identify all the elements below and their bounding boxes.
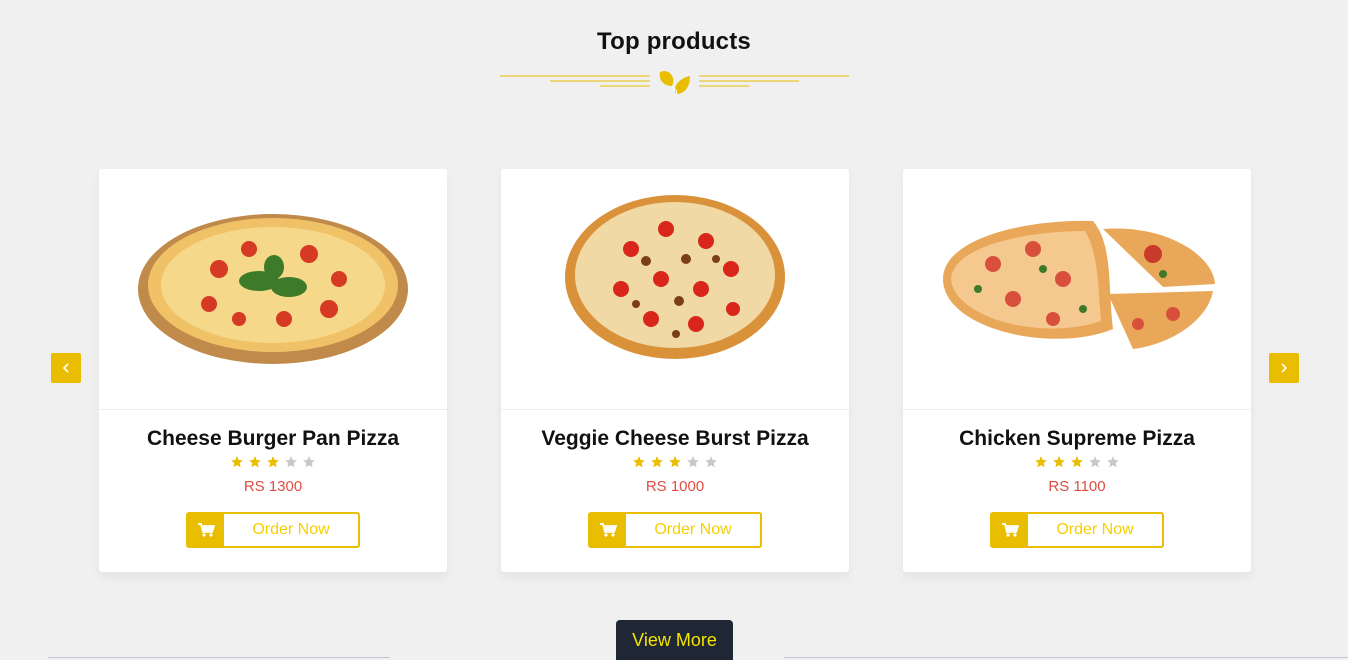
star-icon <box>1089 456 1101 468</box>
carousel-next-button[interactable] <box>1269 353 1299 383</box>
star-icon <box>669 456 681 468</box>
star-icon <box>633 456 645 468</box>
section-title: Top products <box>597 28 751 55</box>
star-icon <box>1107 456 1119 468</box>
cart-icon <box>198 523 215 537</box>
product-price: RS 1100 <box>1048 478 1106 495</box>
footer-divider <box>48 657 390 658</box>
order-now-label: Order Now <box>654 521 732 538</box>
product-rating <box>903 455 1251 469</box>
star-icon <box>651 456 663 468</box>
star-icon <box>1035 456 1047 468</box>
order-now-label: Order Now <box>1056 521 1134 538</box>
product-card: Veggie Cheese Burst Pizza RS 1000 Order … <box>501 169 849 572</box>
star-icon <box>303 456 315 468</box>
product-card: Cheese Burger Pan Pizza RS 1300 Order No… <box>99 169 447 572</box>
order-now-button[interactable]: Order Now <box>588 512 762 548</box>
product-rating <box>501 455 849 469</box>
title-divider <box>500 71 849 95</box>
view-more-button[interactable]: View More <box>616 620 733 660</box>
product-card: Chicken Supreme Pizza RS 1100 Order Now <box>903 169 1251 572</box>
cart-icon <box>600 523 617 537</box>
product-rating <box>99 455 447 469</box>
product-image <box>903 220 1251 410</box>
star-icon <box>687 456 699 468</box>
star-icon <box>1053 456 1065 468</box>
star-icon <box>231 456 243 468</box>
order-now-button[interactable]: Order Now <box>186 512 360 548</box>
carousel-prev-button[interactable] <box>51 353 81 383</box>
order-now-button[interactable]: Order Now <box>990 512 1164 548</box>
star-icon <box>1071 456 1083 468</box>
product-image <box>99 214 447 410</box>
star-icon <box>705 456 717 468</box>
chevron-left-icon <box>62 363 69 373</box>
chevron-right-icon <box>1281 363 1288 373</box>
leaf-icon <box>659 71 690 95</box>
product-image <box>501 195 849 410</box>
product-name: Veggie Cheese Burst Pizza <box>541 427 809 450</box>
product-price: RS 1300 <box>243 478 303 495</box>
product-price: RS 1000 <box>645 478 705 495</box>
cart-icon <box>1002 523 1019 537</box>
star-icon <box>249 456 261 468</box>
star-icon <box>285 456 297 468</box>
product-name: Cheese Burger Pan Pizza <box>146 427 400 450</box>
order-now-label: Order Now <box>252 521 330 538</box>
product-name: Chicken Supreme Pizza <box>959 427 1195 450</box>
star-icon <box>267 456 279 468</box>
footer-divider <box>784 657 1348 658</box>
